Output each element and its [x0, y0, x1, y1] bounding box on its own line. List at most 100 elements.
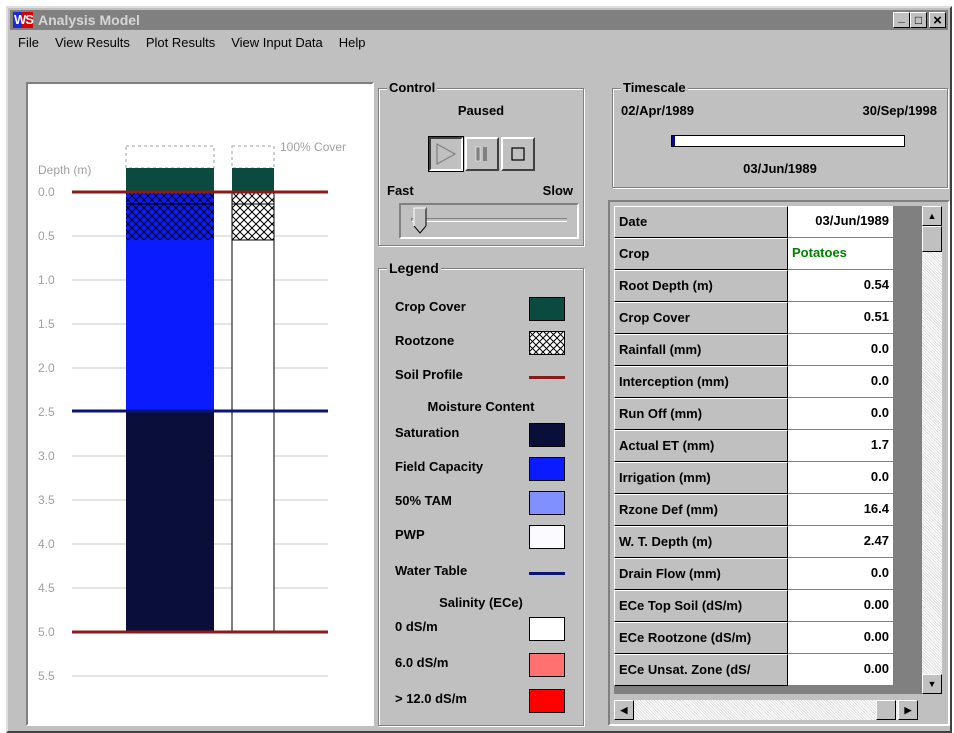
row-label: Rzone Def (mm): [614, 494, 788, 526]
table-row[interactable]: Actual ET (mm) 1.7: [614, 430, 896, 462]
stop-icon: [511, 147, 525, 161]
pause-button[interactable]: [465, 137, 499, 171]
play-button[interactable]: [428, 136, 464, 172]
scroll-down-button[interactable]: ▼: [922, 674, 942, 694]
scroll-thumb[interactable]: [922, 226, 942, 252]
legend-crop-cover-label: Crop Cover: [395, 299, 466, 314]
legend-soil-profile-label: Soil Profile: [395, 367, 463, 382]
slow-label: Slow: [542, 183, 573, 198]
soil-profile-panel: Depth (m) 100% Cover 0.0 0.5 1.0 1.5 2.0…: [26, 82, 374, 726]
table-row[interactable]: Root Depth (m) 0.54: [614, 270, 896, 302]
menu-view-input-data[interactable]: View Input Data: [223, 35, 331, 50]
pause-icon: [475, 146, 487, 162]
depth-tick: 3.5: [38, 493, 55, 507]
row-label: Date: [614, 206, 788, 238]
legend-salinity-0-label: 0 dS/m: [395, 619, 438, 634]
stop-button[interactable]: [501, 137, 535, 171]
scrollbar-track[interactable]: [922, 206, 942, 694]
results-grid: Date 03/Jun/1989 Crop Potatoes Root Depth …: [608, 200, 950, 726]
row-value: 1.7: [788, 430, 894, 462]
scroll-h-thumb[interactable]: [876, 700, 896, 720]
row-label: Drain Flow (mm): [614, 558, 788, 590]
depth-tick: 0.0: [38, 185, 55, 199]
depth-tick: 2.5: [38, 405, 55, 419]
menu-plot-results[interactable]: Plot Results: [138, 35, 223, 50]
cover-label: 100% Cover: [280, 140, 346, 154]
scroll-up-button[interactable]: ▲: [922, 206, 942, 226]
legend-tam-swatch: [529, 491, 565, 515]
legend-group: Legend Crop Cover Rootzone Soil Profile …: [378, 260, 584, 726]
table-row[interactable]: W. T. Depth (m) 2.47: [614, 526, 896, 558]
table-row[interactable]: Irrigation (mm) 0.0: [614, 462, 896, 494]
window-title: Analysis Model: [38, 12, 140, 28]
table-row[interactable]: ECe Top Soil (dS/m) 0.00: [614, 590, 896, 622]
legend-salinity-heading: Salinity (ECe): [439, 595, 523, 610]
scroll-right-button[interactable]: ▶: [898, 700, 918, 720]
saturation-zone: [126, 411, 214, 632]
table-row[interactable]: Crop Cover 0.51: [614, 302, 896, 334]
row-value: 0.51: [788, 302, 894, 334]
table-row[interactable]: ECe Rootzone (dS/m) 0.00: [614, 622, 896, 654]
maximize-icon: □: [914, 13, 923, 27]
legend-moisture-heading: Moisture Content: [427, 399, 535, 414]
row-value: 2.47: [788, 526, 894, 558]
arrow-left-icon: ◀: [620, 704, 628, 715]
arrow-up-icon: ▲: [927, 210, 937, 221]
legend-pwp-swatch: [529, 525, 565, 549]
crop-cover-right: [232, 168, 274, 192]
legend-field-capacity-label: Field Capacity: [395, 459, 484, 474]
results-table: Date 03/Jun/1989 Crop Potatoes Root Depth …: [614, 206, 896, 694]
table-row[interactable]: Run Off (mm) 0.0: [614, 398, 896, 430]
legend-rootzone-swatch: [529, 331, 565, 355]
soil-profile-graphic: Depth (m) 100% Cover 0.0 0.5 1.0 1.5 2.0…: [38, 140, 346, 683]
menu-bar: File View Results Plot Results View Inpu…: [10, 32, 948, 52]
table-row[interactable]: Interception (mm) 0.0: [614, 366, 896, 398]
scrollbar-gutter: [896, 206, 922, 694]
legend-pwp-label: PWP: [395, 527, 425, 542]
close-button[interactable]: ×: [929, 12, 946, 28]
table-row[interactable]: Rzone Def (mm) 16.4: [614, 494, 896, 526]
menu-view-results[interactable]: View Results: [47, 35, 138, 50]
table-row[interactable]: Drain Flow (mm) 0.0: [614, 558, 896, 590]
row-label: ECe Unsat. Zone (dS/: [614, 654, 788, 686]
maximize-button[interactable]: □: [910, 12, 927, 28]
fast-label: Fast: [387, 183, 414, 198]
close-icon: ×: [933, 11, 942, 29]
legend-saturation-label: Saturation: [395, 425, 460, 440]
timescale-end-date: 30/Sep/1998: [862, 103, 937, 118]
crop-value: Potatoes: [788, 238, 894, 270]
speed-slider-thumb[interactable]: [413, 207, 429, 235]
timescale-group-label: Timescale: [621, 80, 688, 95]
legend-soil-profile-line: [529, 376, 565, 379]
table-row[interactable]: Date 03/Jun/1989: [614, 206, 896, 238]
crop-cover-left: [126, 168, 214, 192]
row-label: Crop: [614, 238, 788, 270]
menu-help[interactable]: Help: [331, 35, 374, 50]
scroll-left-button[interactable]: ◀: [614, 700, 634, 720]
timescale-group: Timescale 02/Apr/1989 30/Sep/1998 03/Jun…: [612, 80, 948, 188]
row-value: 0.0: [788, 558, 894, 590]
row-value: 0.0: [788, 334, 894, 366]
title-bar[interactable]: WS Analysis Model _ □ ×: [10, 10, 948, 30]
legend-group-label: Legend: [387, 260, 441, 276]
table-row[interactable]: Crop Potatoes: [614, 238, 896, 270]
timescale-progress-bar: [671, 135, 905, 147]
cover-outline-right: [231, 145, 275, 169]
row-value: 0.0: [788, 398, 894, 430]
analysis-model-window: WS Analysis Model _ □ × File View Result…: [6, 6, 952, 733]
row-value: 0.00: [788, 590, 894, 622]
horizontal-scrollbar[interactable]: ◀ ▶: [614, 700, 918, 720]
table-row[interactable]: Rainfall (mm) 0.0: [614, 334, 896, 366]
row-value: 0.54: [788, 270, 894, 302]
vertical-scrollbar[interactable]: ▲ ▼: [896, 206, 948, 694]
depth-tick: 4.0: [38, 537, 55, 551]
app-icon-text: WS: [14, 12, 34, 27]
depth-tick: 1.5: [38, 317, 55, 331]
row-label: Run Off (mm): [614, 398, 788, 430]
speed-slider[interactable]: [399, 203, 579, 239]
table-row[interactable]: ECe Unsat. Zone (dS/0.00: [614, 654, 896, 686]
arrow-down-icon: ▼: [927, 678, 937, 689]
menu-file[interactable]: File: [10, 35, 47, 50]
minimize-button[interactable]: _: [893, 11, 910, 28]
timescale-current-date: 03/Jun/1989: [743, 161, 817, 176]
